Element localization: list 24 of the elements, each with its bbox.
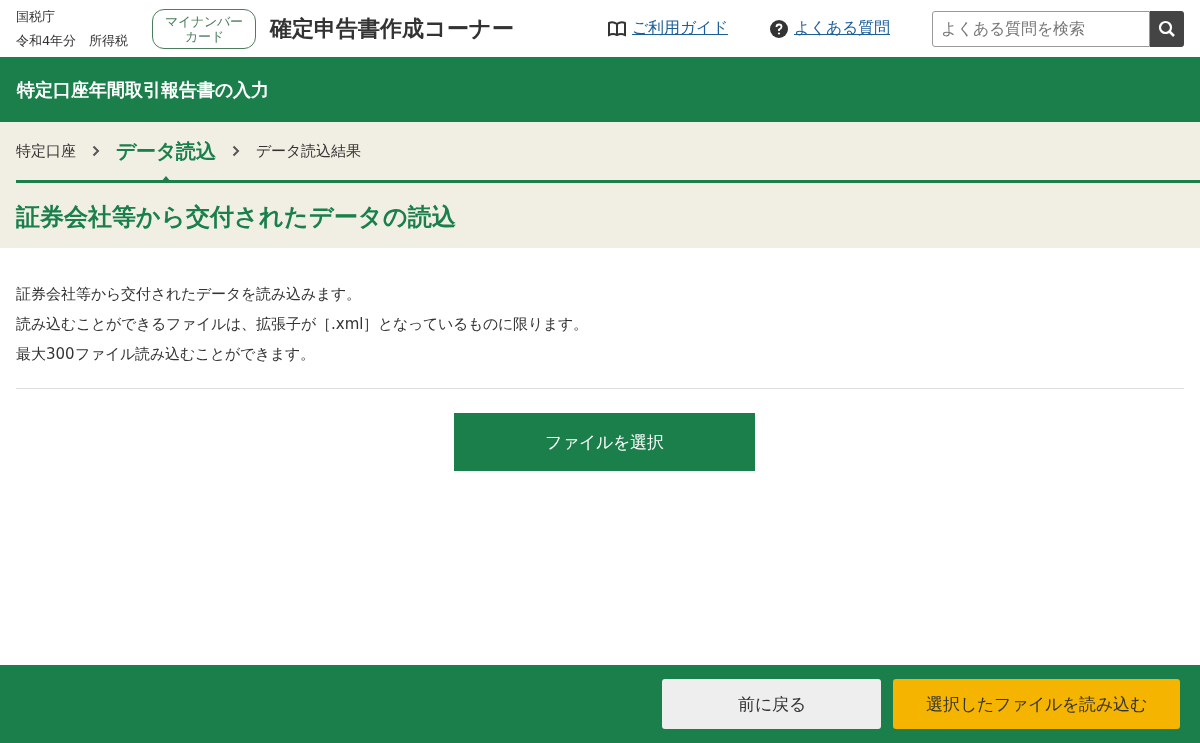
step-label: 特定口座 xyxy=(16,141,76,161)
site-title: 確定申告書作成コーナー xyxy=(270,14,514,43)
help-icon xyxy=(770,19,788,38)
chevron-right-icon xyxy=(92,145,100,157)
select-file-button[interactable]: ファイルを選択 xyxy=(453,413,755,471)
description-text: 読み込むことができるファイルは、拡張子が［.xml］となっているものに限ります。 xyxy=(16,314,590,334)
faq-search-field[interactable]: よくある質問を検索 xyxy=(932,10,1150,47)
book-icon xyxy=(608,20,626,37)
my-number-card-button[interactable]: マイナンバーカード xyxy=(152,8,256,49)
tax-year: 令和4年分 所得税 xyxy=(16,31,130,50)
description-text: 最大300ファイル読み込むことができます。 xyxy=(16,344,316,364)
user-guide-link[interactable]: ご利用ガイド xyxy=(632,18,728,39)
search-button[interactable] xyxy=(1150,10,1184,47)
load-file-button[interactable]: 選択したファイルを読み込む xyxy=(893,679,1180,729)
section-title-bar: 特定口座年間取引報告書の入力 xyxy=(0,57,1200,122)
step-label: データ読込 xyxy=(116,137,216,165)
back-button[interactable]: 前に戻る xyxy=(662,679,881,729)
faq-link[interactable]: よくある質問 xyxy=(794,18,890,39)
description-text: 証券会社等から交付されたデータを読み込みます。 xyxy=(16,284,362,304)
chevron-right-icon xyxy=(232,145,240,157)
page-heading: 証券会社等から交付されたデータの読込 xyxy=(16,202,457,233)
search-icon xyxy=(1158,19,1176,38)
step-label: データ読込結果 xyxy=(256,141,361,161)
agency-name: 国税庁 xyxy=(16,7,56,26)
